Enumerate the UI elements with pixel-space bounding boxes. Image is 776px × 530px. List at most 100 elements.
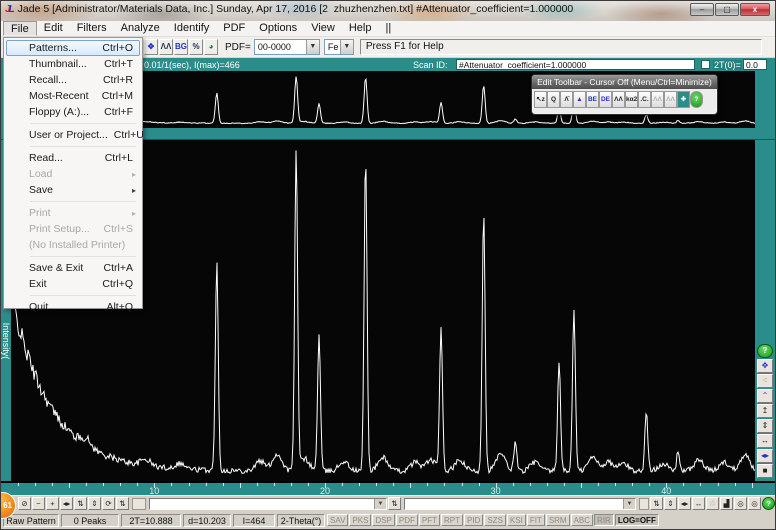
status-toggle-szs[interactable]: SZS (484, 514, 506, 526)
help-icon[interactable]: ? (690, 91, 703, 108)
menu-filters[interactable]: Filters (70, 21, 114, 36)
status-toggle-ksi[interactable]: KSI (506, 514, 526, 526)
axis-tick (290, 483, 292, 486)
spin-d-icon[interactable]: ⇅ (650, 497, 663, 510)
chevron-down-icon[interactable]: ▼ (623, 498, 635, 509)
stretch-icon[interactable]: ↔ (692, 497, 705, 510)
spin-b-icon[interactable]: ⇕ (88, 497, 101, 510)
refresh-icon[interactable]: ⟳ (102, 497, 115, 510)
status-toggle-rir[interactable]: RIR (594, 514, 614, 526)
close-button[interactable]: x (740, 3, 770, 16)
status-toggle-pks[interactable]: PKS (349, 514, 372, 526)
file-menu-item-userorproject[interactable]: User or Project... Ctrl+U (6, 127, 144, 143)
status-toggle-sav[interactable]: SAV (327, 514, 349, 526)
chevron-down-icon[interactable]: ▼ (339, 40, 353, 54)
spin-e-icon[interactable]: ⇕ (664, 497, 677, 510)
file-menu-item-patterns[interactable]: Patterns... Ctrl+O (6, 40, 140, 56)
expand-h-icon[interactable]: ◂▸ (757, 449, 773, 463)
file-menu-item-read[interactable]: Read... Ctrl+L (6, 150, 140, 166)
status-toggle-pdf[interactable]: PDF (395, 514, 418, 526)
expand-icon[interactable]: ◂▸ (678, 497, 691, 510)
edit-toolbar-window[interactable]: Edit Toolbar - Cursor Off (Menu/Ctrl=Min… (531, 74, 718, 115)
edit-toolbar-title[interactable]: Edit Toolbar - Cursor Off (Menu/Ctrl=Min… (532, 75, 717, 89)
file-menu-item-floppya[interactable]: Floppy (A:)... Ctrl+F (6, 104, 140, 120)
menu-edit[interactable]: Edit (37, 21, 70, 36)
background-icon[interactable]: BG (174, 39, 188, 55)
pan-axes-icon[interactable]: ✥ (144, 39, 158, 55)
zoom-icon[interactable]: Q (547, 91, 560, 108)
menu-identify[interactable]: Identify (167, 21, 216, 36)
menu-analyze[interactable]: Analyze (114, 21, 167, 36)
scale-h-icon[interactable]: ↔ (757, 434, 773, 448)
file-menu-item-saveexit[interactable]: Save & Exit Ctrl+A (6, 260, 140, 276)
file-menu-item-exit[interactable]: Exit Ctrl+Q (6, 276, 140, 292)
two-theta-zero-input[interactable]: 0.0 (743, 59, 767, 70)
zoom-in-icon[interactable]: + (46, 497, 59, 510)
scale-v-icon[interactable]: ⇕ (757, 419, 773, 433)
smoothing-icon[interactable]: % (189, 39, 203, 55)
peak-profile-icon[interactable]: ΛΛ (159, 39, 173, 55)
chevron-down-icon[interactable]: ▼ (305, 40, 319, 54)
cursor-z-icon[interactable]: ↖z (534, 91, 547, 108)
filled-peaks-icon[interactable]: ▲ (573, 91, 586, 108)
calibrate-icon[interactable]: .C. (638, 91, 651, 108)
file-menu-item-mostrecent[interactable]: Most-Recent Ctrl+M (6, 88, 140, 104)
menu-view[interactable]: View (304, 21, 342, 36)
menu-file[interactable]: File (3, 21, 37, 36)
chevron-up-icon[interactable]: ⌃ (757, 389, 773, 403)
menu-[interactable]: || (378, 21, 398, 36)
kalpha2-icon[interactable]: kα2 (625, 91, 638, 108)
pattern-combo-2[interactable]: ▼ (404, 497, 636, 510)
axis-tick (205, 483, 207, 486)
two-theta-zero-checkbox[interactable] (701, 60, 710, 69)
stop-icon[interactable]: ■ (757, 464, 773, 478)
tools-icon[interactable]: ♲ (706, 497, 719, 510)
spin-c-icon[interactable]: ⇅ (116, 497, 129, 510)
help-icon[interactable]: ? (757, 344, 773, 358)
be-edit-icon[interactable]: BE (586, 91, 599, 108)
minimize-button[interactable]: – (690, 3, 714, 16)
status-toggle-abc[interactable]: ABC (570, 514, 594, 526)
maximize-button[interactable]: ▢ (715, 3, 739, 16)
status-toggle-logoff[interactable]: LOG=OFF (614, 514, 659, 526)
peak-dn-icon[interactable]: ΛΛ (664, 91, 677, 108)
menu-help[interactable]: Help (342, 21, 379, 36)
status-toggle-srm[interactable]: SRM (545, 514, 570, 526)
bars-icon[interactable]: ▟ (720, 497, 733, 510)
menu-item-label: Quit (29, 301, 49, 313)
status-toggle-pft[interactable]: PFT (418, 514, 440, 526)
dock-icon[interactable]: ✚ (677, 91, 690, 108)
file-menu-item-save[interactable]: Save ▸ (6, 182, 140, 198)
scan-id-input[interactable]: #Attenuator_coefficient=1.000000 (456, 59, 695, 70)
expand-h-icon[interactable]: ◂▸ (60, 497, 73, 510)
peak-up-icon[interactable]: ΛΛ (651, 91, 664, 108)
no-zoom-icon[interactable]: ⊘ (18, 497, 31, 510)
circle-b-icon[interactable]: ◎ (748, 497, 761, 510)
pan-icon[interactable]: ✥ (757, 359, 773, 373)
anode-combo[interactable]: Fe ▼ (323, 39, 354, 55)
menu-pdf[interactable]: PDF (216, 21, 252, 36)
file-menu-item-quit[interactable]: Quit Alt+Q (6, 299, 140, 315)
file-menu-item-recall[interactable]: Recall... Ctrl+R (6, 72, 140, 88)
status-bar: Raw Pattern 0 Peaks 2T=10.888 d=10.203 I… (1, 511, 775, 529)
de-edit-icon[interactable]: DE (599, 91, 612, 108)
spin-a-icon[interactable]: ⇅ (74, 497, 87, 510)
circle-a-icon[interactable]: ◎ (734, 497, 747, 510)
file-menu-item-thumbnail[interactable]: Thumbnail... Ctrl+T (6, 56, 140, 72)
peak-limits-icon[interactable]: Λ̄ (560, 91, 573, 108)
status-toggle-fit[interactable]: FIT (526, 514, 545, 526)
zoom-out-icon[interactable]: − (32, 497, 45, 510)
pdf-number-combo[interactable]: 00-0000 ▼ (253, 39, 320, 55)
combo-spin-icon[interactable]: ⇅ (388, 497, 401, 510)
scale-top-icon[interactable]: ↥ (757, 404, 773, 418)
dots-icon[interactable]: ⁖ (757, 374, 773, 388)
chevron-down-icon[interactable]: ▼ (374, 498, 386, 509)
pattern-combo-1[interactable]: ▼ (149, 497, 387, 510)
status-toggle-pid[interactable]: PID (464, 514, 484, 526)
status-toggle-dsp[interactable]: DSP (372, 514, 395, 526)
profile-peaks-icon[interactable]: ΛΛ (612, 91, 625, 108)
globe-icon[interactable]: ◕ (204, 39, 218, 55)
help-icon[interactable]: ? (762, 497, 775, 510)
menu-options[interactable]: Options (252, 21, 304, 36)
status-toggle-rpt[interactable]: RPT (441, 514, 463, 526)
